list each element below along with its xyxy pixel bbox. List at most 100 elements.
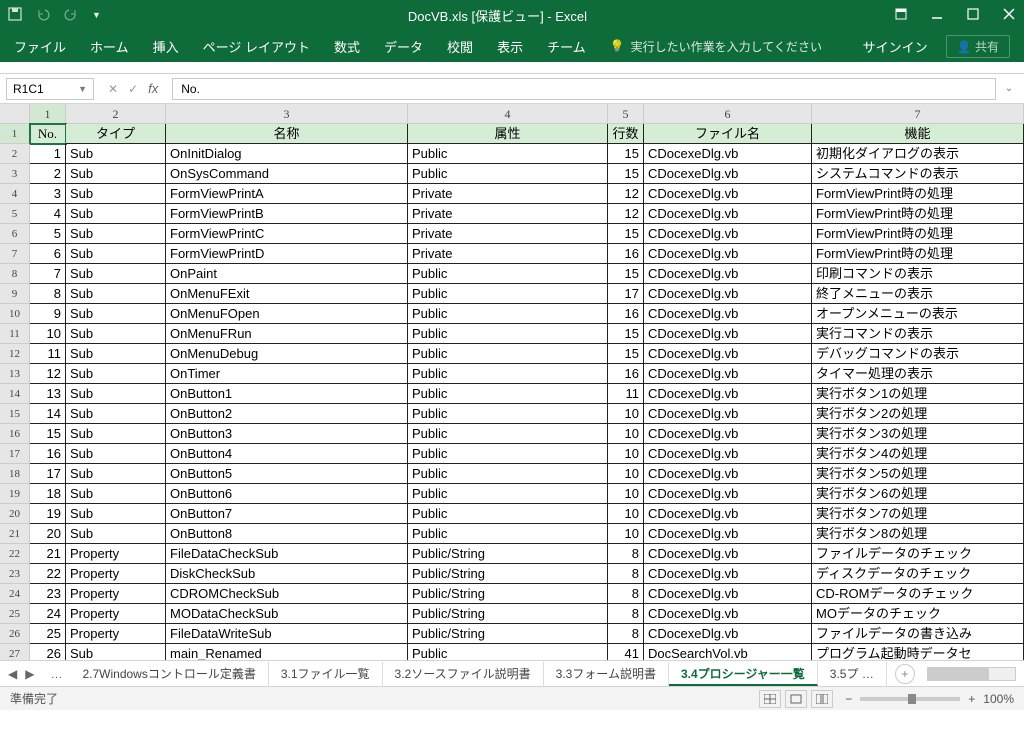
col-header[interactable]: 7 xyxy=(812,104,1024,123)
cell[interactable]: CDocexeDlg.vb xyxy=(644,424,812,444)
cell[interactable]: OnTimer xyxy=(166,364,408,384)
cell[interactable]: 15 xyxy=(608,324,644,344)
view-page-layout-button[interactable] xyxy=(785,690,807,708)
cell[interactable]: 21 xyxy=(30,544,66,564)
cell[interactable]: 17 xyxy=(608,284,644,304)
cell[interactable]: CDocexeDlg.vb xyxy=(644,364,812,384)
cell[interactable]: ファイルデータのチェック xyxy=(812,544,1024,564)
cell[interactable]: 8 xyxy=(30,284,66,304)
cell[interactable]: 実行コマンドの表示 xyxy=(812,324,1024,344)
cell[interactable]: DocSearchVol.vb xyxy=(644,644,812,660)
cell[interactable]: OnMenuFOpen xyxy=(166,304,408,324)
cell[interactable]: CDocexeDlg.vb xyxy=(644,204,812,224)
row-header[interactable]: 1 xyxy=(0,124,30,144)
tab-review[interactable]: 校閲 xyxy=(447,37,473,56)
cell[interactable]: 19 xyxy=(30,504,66,524)
cell[interactable]: Public xyxy=(408,464,608,484)
row-header[interactable]: 13 xyxy=(0,364,30,384)
cell[interactable]: OnButton8 xyxy=(166,524,408,544)
row-header[interactable]: 27 xyxy=(0,644,30,660)
tab-home[interactable]: ホーム xyxy=(90,37,129,56)
cell[interactable]: 23 xyxy=(30,584,66,604)
cell[interactable]: FormViewPrintB xyxy=(166,204,408,224)
cell[interactable]: OnButton6 xyxy=(166,484,408,504)
cell[interactable]: 10 xyxy=(608,444,644,464)
row-header[interactable]: 14 xyxy=(0,384,30,404)
dropdown-icon[interactable]: ▼ xyxy=(78,84,87,94)
cell[interactable]: 11 xyxy=(608,384,644,404)
cell[interactable]: Public xyxy=(408,504,608,524)
cell[interactable]: Public xyxy=(408,164,608,184)
cell[interactable]: 17 xyxy=(30,464,66,484)
tab-data[interactable]: データ xyxy=(384,37,423,56)
cell[interactable]: CD-ROMデータのチェック xyxy=(812,584,1024,604)
cell-header[interactable]: 行数 xyxy=(608,124,644,144)
cell[interactable]: Sub xyxy=(66,304,166,324)
cell[interactable]: FormViewPrint時の処理 xyxy=(812,184,1024,204)
cell[interactable]: Sub xyxy=(66,224,166,244)
row-header[interactable]: 8 xyxy=(0,264,30,284)
cell[interactable]: Sub xyxy=(66,484,166,504)
cell[interactable]: Public xyxy=(408,524,608,544)
cell[interactable]: 10 xyxy=(608,424,644,444)
cell[interactable]: 実行ボタン3の処理 xyxy=(812,424,1024,444)
cell[interactable]: プログラム起動時データセ xyxy=(812,644,1024,660)
cell[interactable]: CDocexeDlg.vb xyxy=(644,544,812,564)
cell[interactable]: 2 xyxy=(30,164,66,184)
cell[interactable]: 印刷コマンドの表示 xyxy=(812,264,1024,284)
cell[interactable]: Sub xyxy=(66,404,166,424)
cell[interactable]: FormViewPrintC xyxy=(166,224,408,244)
cell-header[interactable]: ファイル名 xyxy=(644,124,812,144)
cell[interactable]: 実行ボタン6の処理 xyxy=(812,484,1024,504)
cell[interactable]: 12 xyxy=(608,184,644,204)
qat-dropdown-icon[interactable]: ▼ xyxy=(92,10,101,20)
cell[interactable]: 10 xyxy=(608,504,644,524)
select-all-corner[interactable] xyxy=(0,104,30,123)
cell[interactable]: CDocexeDlg.vb xyxy=(644,184,812,204)
cancel-icon[interactable]: ✕ xyxy=(108,82,118,96)
row-header[interactable]: 21 xyxy=(0,524,30,544)
row-header[interactable]: 4 xyxy=(0,184,30,204)
close-icon[interactable] xyxy=(1002,7,1016,24)
cell[interactable]: 8 xyxy=(608,624,644,644)
row-header[interactable]: 25 xyxy=(0,604,30,624)
cell[interactable]: Sub xyxy=(66,324,166,344)
cell[interactable]: Private xyxy=(408,224,608,244)
cell[interactable]: 3 xyxy=(30,184,66,204)
row-header[interactable]: 24 xyxy=(0,584,30,604)
cell[interactable]: CDocexeDlg.vb xyxy=(644,584,812,604)
cell[interactable]: 16 xyxy=(608,304,644,324)
cell[interactable]: OnButton7 xyxy=(166,504,408,524)
cell[interactable]: 10 xyxy=(608,404,644,424)
view-normal-button[interactable] xyxy=(759,690,781,708)
cell[interactable]: Public xyxy=(408,424,608,444)
cell[interactable]: 12 xyxy=(30,364,66,384)
cell[interactable]: 15 xyxy=(608,144,644,164)
cell[interactable]: FileDataWriteSub xyxy=(166,624,408,644)
cell[interactable]: CDocexeDlg.vb xyxy=(644,304,812,324)
sheet-tab[interactable]: 3.2ソースファイル説明書 xyxy=(383,662,544,686)
cell[interactable]: 15 xyxy=(608,344,644,364)
cell[interactable]: ディスクデータのチェック xyxy=(812,564,1024,584)
cell[interactable]: 9 xyxy=(30,304,66,324)
cell[interactable]: 10 xyxy=(608,524,644,544)
cell-header[interactable]: 名称 xyxy=(166,124,408,144)
cell[interactable]: 4 xyxy=(30,204,66,224)
cell[interactable]: システムコマンドの表示 xyxy=(812,164,1024,184)
row-header[interactable]: 23 xyxy=(0,564,30,584)
cell[interactable]: Private xyxy=(408,184,608,204)
cell[interactable]: 20 xyxy=(30,524,66,544)
cell[interactable]: 1 xyxy=(30,144,66,164)
cell[interactable]: Private xyxy=(408,244,608,264)
maximize-icon[interactable] xyxy=(966,7,980,24)
row-header[interactable]: 16 xyxy=(0,424,30,444)
cell[interactable]: タイマー処理の表示 xyxy=(812,364,1024,384)
cell[interactable]: Public xyxy=(408,384,608,404)
cell[interactable]: CDocexeDlg.vb xyxy=(644,404,812,424)
cell[interactable]: Public xyxy=(408,644,608,660)
cell[interactable]: DiskCheckSub xyxy=(166,564,408,584)
cell[interactable]: Sub xyxy=(66,164,166,184)
cell[interactable]: 14 xyxy=(30,404,66,424)
tab-file[interactable]: ファイル xyxy=(14,37,66,56)
sheet-tab-active[interactable]: 3.4プロシージャー一覧 xyxy=(669,662,818,686)
